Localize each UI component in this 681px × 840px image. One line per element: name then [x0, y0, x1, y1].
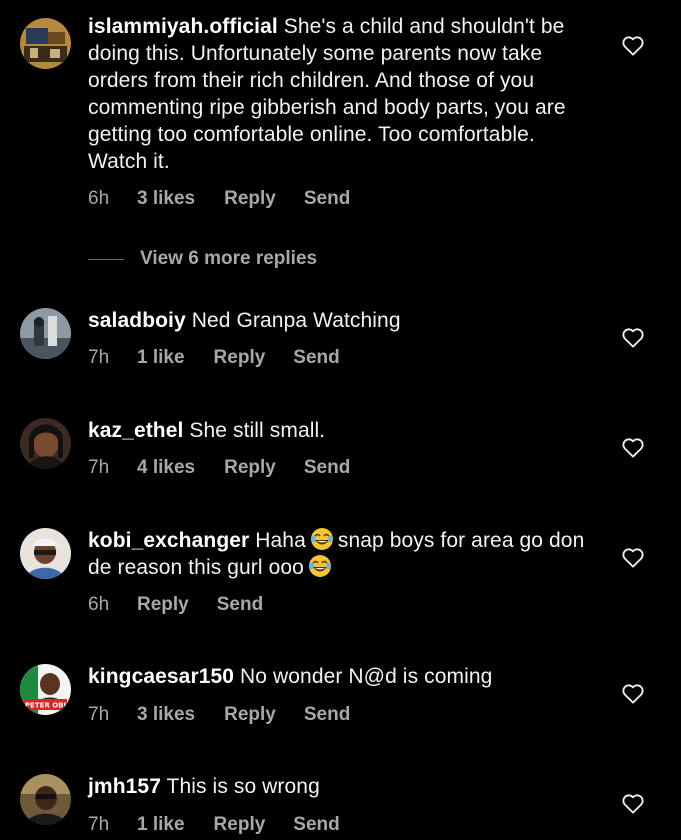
comment-meta: 7h 3 likes Reply Send [88, 703, 350, 727]
timestamp: 7h [88, 814, 110, 835]
send-button[interactable]: Send [304, 703, 350, 727]
comment-text: kaz_ethel She still small. [88, 417, 598, 444]
comment-body: This is so wrong [166, 775, 320, 798]
face-with-tears-of-joy-emoji [308, 555, 331, 577]
comment-body: She still small. [189, 419, 326, 442]
face-with-tears-of-joy-emoji [310, 528, 333, 550]
timestamp: 7h [88, 704, 110, 725]
view-more-replies[interactable]: View 6 more replies [88, 247, 317, 271]
username[interactable]: kobi_exchanger [88, 529, 249, 552]
likes-count[interactable]: 1 like [137, 813, 185, 837]
username[interactable]: kingcaesar150 [88, 665, 234, 688]
heart-outline-icon[interactable] [622, 684, 644, 704]
send-button[interactable]: Send [217, 593, 263, 617]
likes-count[interactable]: 3 likes [137, 703, 195, 727]
comment-text: kingcaesar150 No wonder N@d is coming [88, 663, 598, 690]
timestamp: 6h [88, 594, 110, 615]
send-button[interactable]: Send [304, 456, 350, 480]
heart-outline-icon[interactable] [622, 794, 644, 814]
likes-count[interactable]: 3 likes [137, 187, 195, 211]
heart-outline-icon[interactable] [622, 328, 644, 348]
reply-button[interactable]: Reply [224, 456, 276, 480]
heart-outline-icon[interactable] [622, 36, 644, 56]
timestamp: 7h [88, 347, 110, 368]
timestamp: 7h [88, 457, 110, 478]
reply-button[interactable]: Reply [137, 593, 189, 617]
comment-body: She's a child and shouldn't be doing thi… [88, 15, 566, 173]
avatar[interactable] [20, 18, 71, 69]
username[interactable]: saladboiy [88, 309, 186, 332]
heart-outline-icon[interactable] [622, 548, 644, 568]
comment-meta: 7h 1 like Reply Send [88, 346, 340, 370]
reply-button[interactable]: Reply [224, 703, 276, 727]
username[interactable]: jmh157 [88, 775, 161, 798]
comment-text: jmh157 This is so wrong [88, 773, 598, 800]
reply-button[interactable]: Reply [214, 346, 266, 370]
comment-body: No wonder N@d is coming [240, 665, 493, 688]
comment-text: saladboiy Ned Granpa Watching [88, 307, 598, 334]
username[interactable]: islammiyah.official [88, 15, 278, 38]
avatar[interactable]: PETER OBI [20, 664, 71, 715]
comment-meta: 6h 3 likes Reply Send [88, 187, 350, 211]
reply-button[interactable]: Reply [214, 813, 266, 837]
likes-count[interactable]: 1 like [137, 346, 185, 370]
avatar[interactable] [20, 528, 71, 579]
comment-body: Ned Granpa Watching [191, 309, 401, 332]
username[interactable]: kaz_ethel [88, 419, 183, 442]
view-more-replies-label[interactable]: View 6 more replies [140, 248, 317, 270]
comment-meta: 7h 1 like Reply Send [88, 813, 340, 837]
avatar-caption: PETER OBI [25, 702, 66, 710]
send-button[interactable]: Send [304, 187, 350, 211]
likes-count[interactable]: 4 likes [137, 456, 195, 480]
reply-button[interactable]: Reply [224, 187, 276, 211]
comment-text: kobi_exchanger Haha snap boys for area go… [88, 527, 598, 581]
send-button[interactable]: Send [293, 813, 339, 837]
comment-meta: 7h 4 likes Reply Send [88, 456, 350, 480]
avatar[interactable] [20, 308, 71, 359]
comment-text: islammiyah.official She's a child and sh… [88, 13, 598, 175]
avatar[interactable] [20, 774, 71, 825]
comment-body-part1: Haha [255, 529, 306, 552]
comment-meta: 6h Reply Send [88, 593, 263, 617]
send-button[interactable]: Send [293, 346, 339, 370]
timestamp: 6h [88, 188, 110, 209]
heart-outline-icon[interactable] [622, 438, 644, 458]
divider-line [88, 258, 124, 260]
avatar[interactable] [20, 418, 71, 469]
